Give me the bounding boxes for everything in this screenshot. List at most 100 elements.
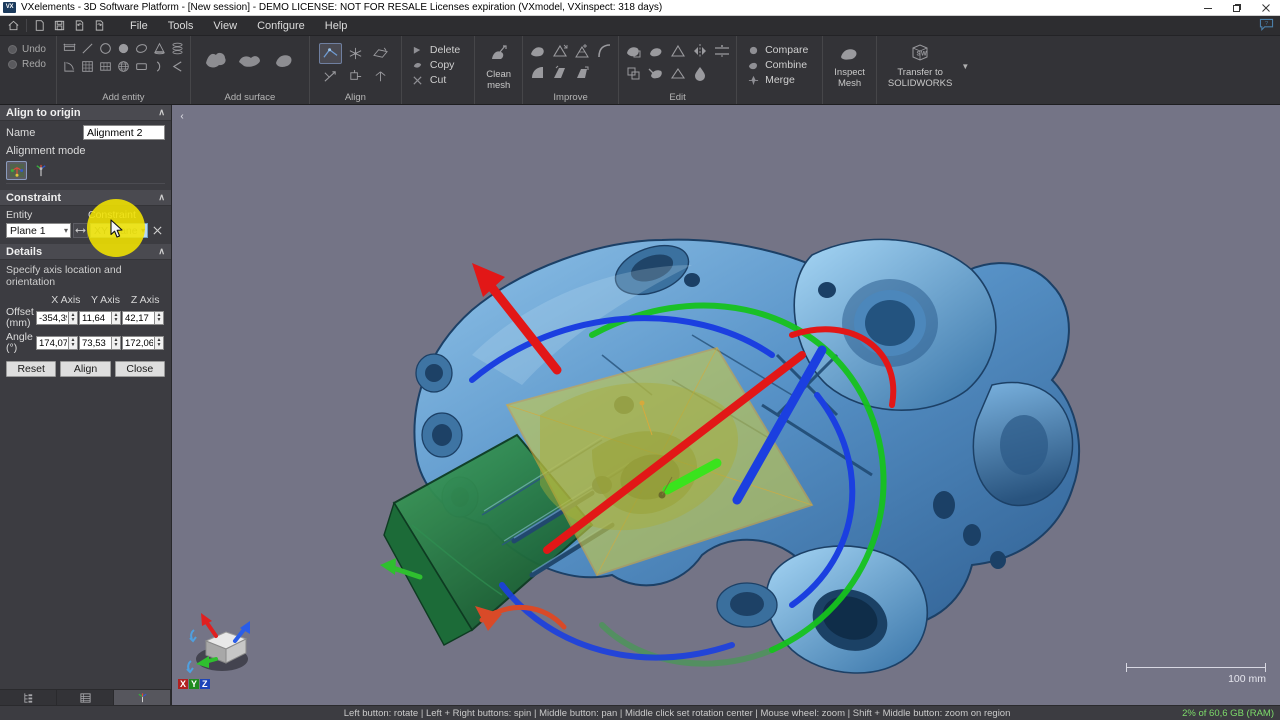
tab-list-view[interactable]	[57, 690, 114, 706]
close-button[interactable]	[1251, 0, 1280, 16]
chevron-up-icon-constraint[interactable]: ∧	[158, 192, 165, 203]
maximize-button[interactable]	[1222, 0, 1251, 16]
chevron-up-icon-details[interactable]: ∧	[158, 246, 165, 257]
boolean-icon[interactable]	[623, 40, 644, 61]
offset-icon[interactable]	[645, 40, 666, 61]
tab-tree-view[interactable]	[0, 690, 57, 706]
offset-y-arrows[interactable]: ▲▼	[111, 311, 121, 325]
menu-view[interactable]: View	[204, 17, 246, 35]
axis-alignment-mode-button[interactable]	[30, 161, 51, 180]
sharpen-icon[interactable]	[667, 40, 688, 61]
new-document-icon[interactable]	[30, 17, 49, 34]
save-icon[interactable]	[50, 17, 69, 34]
section-icon[interactable]	[97, 58, 114, 75]
line-icon[interactable]	[79, 40, 96, 57]
split-icon[interactable]	[711, 40, 732, 61]
constraint-dropdown[interactable]: XY Plane ▾	[90, 223, 148, 238]
angle-x-arrows[interactable]: ▲▼	[68, 336, 78, 350]
menu-configure[interactable]: Configure	[248, 17, 314, 35]
transfer-to-solidworks-button[interactable]: SW Transfer to SOLIDWORKS	[881, 40, 959, 92]
feedback-icon[interactable]: ?	[1259, 18, 1274, 31]
angle-x-input[interactable]	[36, 336, 68, 350]
flatten-icon[interactable]	[667, 62, 688, 83]
entity-align-icon[interactable]	[344, 43, 367, 64]
grid-plane-icon[interactable]	[79, 58, 96, 75]
offset-z-stepper[interactable]: ▲▼	[122, 311, 164, 325]
minimize-button[interactable]	[1193, 0, 1222, 16]
curvature-icon[interactable]	[593, 40, 614, 61]
clean-mesh-button[interactable]: Cleanmesh	[479, 40, 518, 94]
circle-icon[interactable]	[97, 40, 114, 57]
angle-y-input[interactable]	[79, 336, 111, 350]
collapse-panel-icon[interactable]: ‹	[175, 108, 189, 124]
extract-icon[interactable]	[645, 62, 666, 83]
close-button-panel[interactable]: Close	[115, 361, 165, 377]
smooth-icon[interactable]	[527, 40, 548, 61]
datum-align-icon[interactable]	[369, 66, 392, 87]
decimate-icon[interactable]	[549, 40, 570, 61]
menu-file[interactable]: File	[121, 17, 157, 35]
offset-x-input[interactable]	[36, 311, 68, 325]
origin-align-icon[interactable]	[344, 66, 367, 87]
constraint-section-header[interactable]: Constraint ∧	[0, 190, 171, 206]
compare-button[interactable]: Compare	[747, 44, 808, 56]
duplicate-icon[interactable]	[623, 62, 644, 83]
import-icon[interactable]	[70, 17, 89, 34]
cut-button[interactable]: Cut	[412, 74, 460, 86]
offset-x-stepper[interactable]: ▲▼	[36, 311, 78, 325]
angle-z-input[interactable]	[122, 336, 154, 350]
angle-y-arrows[interactable]: ▲▼	[111, 336, 121, 350]
axis-align-icon[interactable]	[319, 66, 342, 87]
offset-z-input[interactable]	[122, 311, 154, 325]
angle-z-arrows[interactable]: ▲▼	[154, 336, 164, 350]
swap-icon[interactable]	[73, 223, 88, 238]
patch-surface-icon[interactable]	[269, 46, 299, 74]
globe-icon[interactable]	[115, 58, 132, 75]
inspect-mesh-button[interactable]: Inspect Mesh	[827, 40, 872, 92]
entity-dropdown[interactable]: Plane 1 ▾	[6, 223, 71, 238]
cone-icon[interactable]	[151, 40, 168, 57]
fill-holes-icon[interactable]	[527, 62, 548, 83]
rectangle-icon[interactable]	[133, 58, 150, 75]
fill-icon[interactable]	[689, 62, 710, 83]
offset-x-arrows[interactable]: ▲▼	[68, 311, 78, 325]
undo-button[interactable]: Undo	[8, 44, 46, 55]
menu-tools[interactable]: Tools	[159, 17, 203, 35]
redo-button[interactable]: Redo	[8, 59, 46, 70]
bridge-icon[interactable]	[549, 62, 570, 83]
angle-y-stepper[interactable]: ▲▼	[79, 336, 121, 350]
mirror-icon[interactable]	[689, 40, 710, 61]
3d-viewport[interactable]: ‹	[172, 105, 1280, 705]
align-button[interactable]: Align	[60, 361, 110, 377]
offset-y-input[interactable]	[79, 311, 111, 325]
reset-button[interactable]: Reset	[6, 361, 56, 377]
freeform-surface-icon[interactable]	[201, 46, 231, 74]
arc-icon[interactable]	[151, 58, 168, 75]
sphere-icon[interactable]	[115, 40, 132, 57]
name-input[interactable]	[83, 125, 165, 140]
remove-icon[interactable]	[150, 223, 164, 238]
refine-icon[interactable]	[571, 40, 592, 61]
cylinder-icon[interactable]	[169, 40, 186, 57]
tab-alignment-view[interactable]	[114, 690, 171, 706]
best-fit-align-icon[interactable]	[319, 43, 342, 64]
ellipse-icon[interactable]	[133, 40, 150, 57]
curve-icon[interactable]	[61, 58, 78, 75]
angle-icon[interactable]	[169, 58, 186, 75]
chevron-down-icon[interactable]: ▼	[961, 62, 969, 71]
export-icon[interactable]	[90, 17, 109, 34]
combine-button[interactable]: Combine	[747, 59, 808, 71]
copy-button[interactable]: Copy	[412, 59, 460, 71]
defeature-icon[interactable]	[571, 62, 592, 83]
delete-button[interactable]: Delete	[412, 44, 460, 56]
offset-z-arrows[interactable]: ▲▼	[154, 311, 164, 325]
chevron-up-icon[interactable]: ∧	[158, 107, 165, 118]
details-section-header[interactable]: Details ∧	[0, 244, 171, 260]
multi-point-alignment-mode-button[interactable]	[6, 161, 27, 180]
plane-align-icon[interactable]	[369, 43, 392, 64]
home-icon[interactable]	[4, 17, 23, 34]
merge-button[interactable]: Merge	[747, 74, 808, 86]
distance-icon[interactable]	[61, 40, 78, 57]
offset-y-stepper[interactable]: ▲▼	[79, 311, 121, 325]
align-to-origin-section-header[interactable]: Align to origin ∧	[0, 105, 171, 121]
